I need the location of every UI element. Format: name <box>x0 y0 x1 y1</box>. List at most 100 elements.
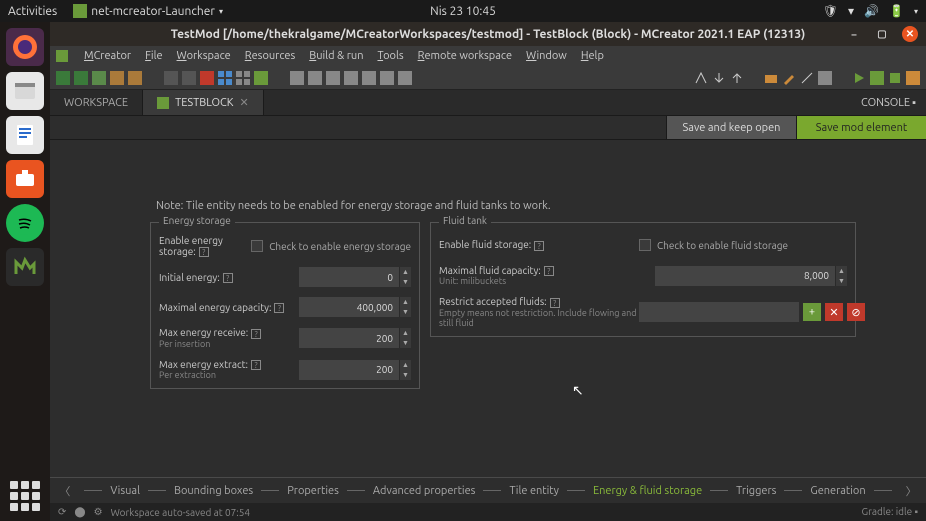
toolbar-icon-11[interactable] <box>254 71 268 85</box>
menu-workspace[interactable]: Workspace <box>177 50 231 62</box>
add-fluid-button[interactable]: + <box>803 303 821 321</box>
max-energy-receive-input[interactable] <box>299 328 399 348</box>
window-minimize-button[interactable]: – <box>846 26 862 42</box>
max-fluid-capacity-spinner[interactable]: ▲▼ <box>655 266 847 286</box>
nav-advanced-properties[interactable]: Advanced properties <box>373 485 476 497</box>
menu-window[interactable]: Window <box>526 50 567 62</box>
toolbar-play-icon[interactable] <box>852 71 866 85</box>
toolbar-icon-14[interactable] <box>326 71 340 85</box>
toolbar-stop-icon[interactable] <box>888 71 902 85</box>
nav-bounding-boxes[interactable]: Bounding boxes <box>174 485 253 497</box>
tab-workspace[interactable]: WORKSPACE <box>50 90 143 115</box>
toolbar-icon-4[interactable] <box>110 71 124 85</box>
toolbar-icon-15[interactable] <box>344 71 358 85</box>
nav-prev-button[interactable]: 〈 <box>53 483 76 499</box>
spinner-up-icon[interactable]: ▲ <box>399 360 411 370</box>
dock-spotify[interactable] <box>6 204 44 242</box>
menu-resources[interactable]: Resources <box>245 50 296 62</box>
spinner-up-icon[interactable]: ▲ <box>399 297 411 307</box>
status-icon-2[interactable]: ⬤ <box>74 506 85 518</box>
save-mod-element-button[interactable]: Save mod element <box>796 116 926 139</box>
dock-firefox[interactable] <box>6 28 44 66</box>
help-icon[interactable]: ? <box>199 247 209 257</box>
toolbar-wand-icon[interactable] <box>800 71 814 85</box>
toolbar-icon-10[interactable] <box>236 71 250 85</box>
tab-testblock[interactable]: TESTBLOCK ✕ <box>143 90 264 115</box>
console-toggle[interactable]: CONSOLE ▪ <box>851 90 926 115</box>
nav-properties[interactable]: Properties <box>287 485 339 497</box>
dock-apps-grid[interactable] <box>10 481 40 511</box>
spinner-down-icon[interactable]: ▼ <box>399 277 411 287</box>
menu-tools[interactable]: Tools <box>377 50 403 62</box>
clear-fluids-button[interactable]: ⊘ <box>847 303 865 321</box>
dock-files[interactable] <box>6 72 44 110</box>
max-energy-receive-spinner[interactable]: ▲▼ <box>299 328 411 348</box>
enable-energy-checkbox[interactable] <box>251 240 263 252</box>
menu-help[interactable]: Help <box>581 50 604 62</box>
menu-file[interactable]: File <box>145 50 162 62</box>
toolbar-icon-3[interactable] <box>92 71 106 85</box>
save-keep-open-button[interactable]: Save and keep open <box>666 116 796 139</box>
menu-mcreator[interactable]: MCreator <box>84 50 131 62</box>
toolbar-pencil-icon[interactable] <box>782 71 796 85</box>
max-energy-capacity-input[interactable] <box>299 297 399 317</box>
enable-fluid-checkbox[interactable] <box>639 239 651 251</box>
menu-remote-workspace[interactable]: Remote workspace <box>418 50 512 62</box>
spinner-down-icon[interactable]: ▼ <box>835 276 847 286</box>
dock-mcreator[interactable] <box>6 248 44 286</box>
help-icon[interactable]: ? <box>251 329 261 339</box>
status-icon-1[interactable]: ⟳ <box>58 506 66 518</box>
max-energy-capacity-spinner[interactable]: ▲▼ <box>299 297 411 317</box>
toolbar-icon-r1[interactable] <box>694 71 708 85</box>
shield-icon[interactable]: 🛡 <box>823 4 838 18</box>
system-menu-chevron-icon[interactable]: ▾ <box>914 7 918 16</box>
help-icon[interactable]: ? <box>223 273 233 283</box>
tab-close-icon[interactable]: ✕ <box>239 96 248 109</box>
toolbar-icon-16[interactable] <box>362 71 376 85</box>
max-energy-extract-spinner[interactable]: ▲▼ <box>299 360 411 380</box>
toolbar-icon-17[interactable] <box>380 71 394 85</box>
toolbar-icon-1[interactable] <box>56 71 70 85</box>
nav-tile-entity[interactable]: Tile entity <box>509 485 559 497</box>
help-icon[interactable]: ? <box>274 303 284 313</box>
window-maximize-button[interactable]: ▢ <box>874 26 890 42</box>
window-close-button[interactable]: ✕ <box>902 26 918 42</box>
toolbar-icon-8[interactable] <box>200 71 214 85</box>
toolbar-folder-icon[interactable] <box>764 71 778 85</box>
restrict-fluids-input[interactable] <box>639 302 799 322</box>
volume-icon[interactable]: 🔊 <box>864 4 879 18</box>
max-energy-extract-input[interactable] <box>299 360 399 380</box>
nav-visual[interactable]: Visual <box>110 485 140 497</box>
menu-build-run[interactable]: Build & run <box>309 50 363 62</box>
battery-icon[interactable]: 🔋 <box>889 4 904 18</box>
dock-libreoffice[interactable] <box>6 116 44 154</box>
nav-generation[interactable]: Generation <box>810 485 865 497</box>
help-icon[interactable]: ? <box>251 360 261 370</box>
remove-fluid-button[interactable]: ✕ <box>825 303 843 321</box>
status-gear-icon[interactable]: ⚙ <box>94 506 103 518</box>
activities-button[interactable]: Activities <box>8 5 57 18</box>
spinner-up-icon[interactable]: ▲ <box>399 267 411 277</box>
toolbar-icon-5[interactable] <box>128 71 142 85</box>
nav-energy-fluid-storage[interactable]: Energy & fluid storage <box>593 485 702 497</box>
dock-software[interactable] <box>6 160 44 198</box>
nav-triggers[interactable]: Triggers <box>736 485 776 497</box>
spinner-down-icon[interactable]: ▼ <box>399 370 411 380</box>
toolbar-play2-icon[interactable] <box>870 71 884 85</box>
help-icon[interactable]: ? <box>534 241 544 251</box>
spinner-down-icon[interactable]: ▼ <box>399 338 411 348</box>
spinner-up-icon[interactable]: ▲ <box>835 266 847 276</box>
max-fluid-capacity-input[interactable] <box>655 266 835 286</box>
toolbar-icon-6[interactable] <box>164 71 178 85</box>
nav-next-button[interactable]: 〉 <box>900 483 923 499</box>
spinner-up-icon[interactable]: ▲ <box>399 328 411 338</box>
toolbar-icon-9[interactable] <box>218 71 232 85</box>
app-menu[interactable]: net-mcreator-Launcher ▾ <box>73 4 223 18</box>
help-icon[interactable]: ? <box>550 298 560 308</box>
toolbar-icon-13[interactable] <box>308 71 322 85</box>
help-icon[interactable]: ? <box>544 266 554 276</box>
wifi-icon[interactable]: ▾ <box>848 4 854 18</box>
toolbar-icon-7[interactable] <box>182 71 196 85</box>
toolbar-download-icon[interactable] <box>712 71 726 85</box>
spinner-down-icon[interactable]: ▼ <box>399 307 411 317</box>
